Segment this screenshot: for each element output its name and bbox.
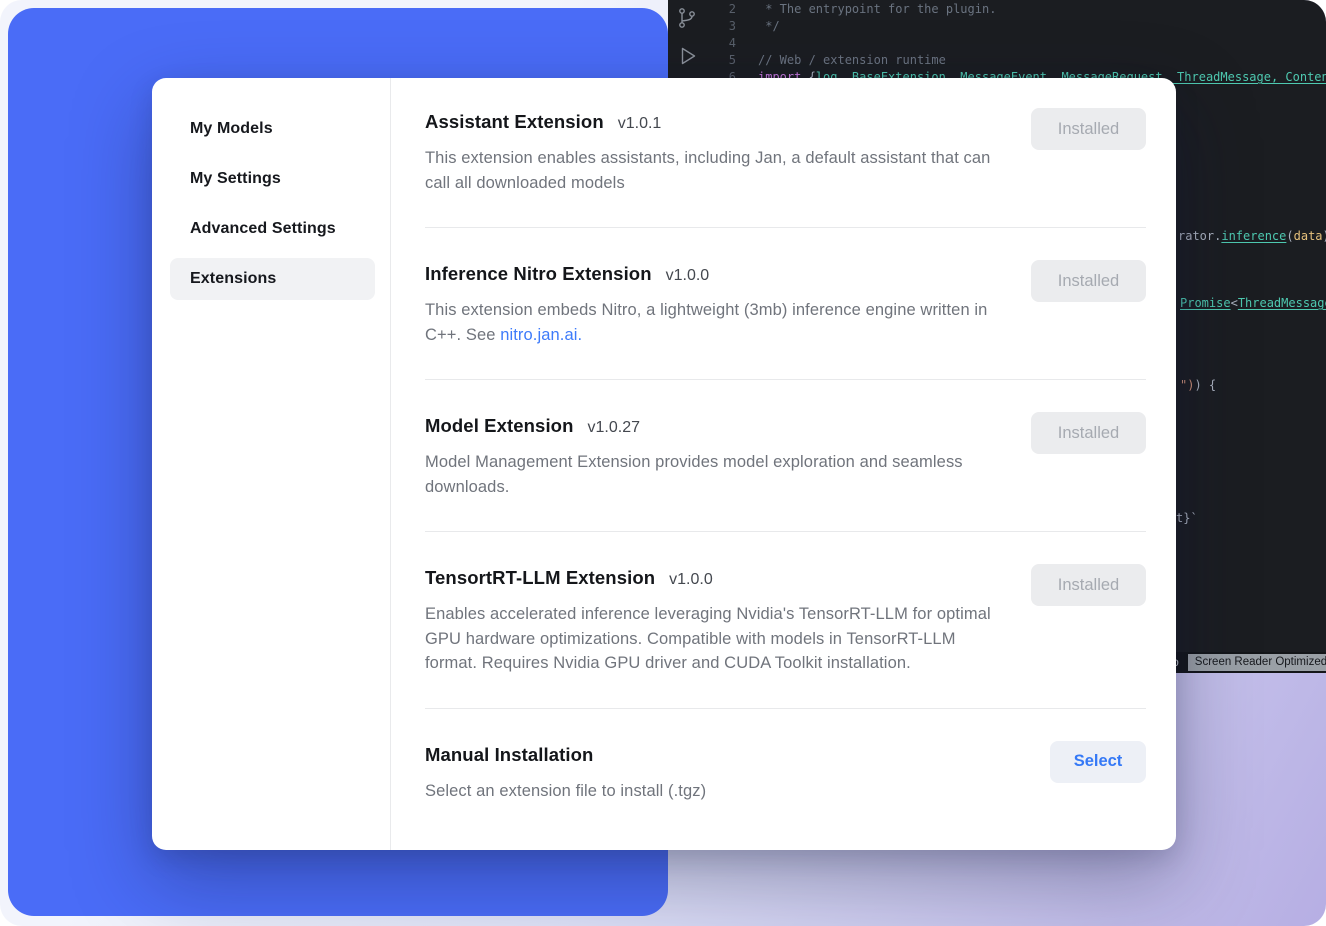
extension-description: Model Management Extension provides mode…: [425, 450, 1010, 499]
sidebar-item-my-settings[interactable]: My Settings: [170, 158, 375, 200]
code-fragment: rator.inference(data));: [1178, 229, 1326, 243]
extension-title: Assistant Extension: [425, 108, 604, 136]
settings-sidebar: My Models My Settings Advanced Settings …: [152, 78, 391, 850]
extensions-panel: Assistant Extension v1.0.1 This extensio…: [391, 78, 1176, 850]
installed-button: Installed: [1031, 108, 1146, 150]
screen-reader-optimized-badge: Screen Reader Optimized: [1188, 654, 1326, 671]
code-line: 5// Web / extension runtime: [668, 52, 1326, 69]
code-fragment: ")) {: [1180, 378, 1216, 392]
code-line: 2 * The entrypoint for the plugin.: [668, 1, 1326, 18]
line-number: 5: [668, 52, 758, 69]
extension-version: v1.0.1: [618, 115, 662, 133]
code-fragment: t}`: [1176, 511, 1198, 525]
extension-version: v1.0.0: [666, 267, 710, 285]
editor-code: 2 * The entrypoint for the plugin. 3 */ …: [668, 1, 1326, 86]
manual-installation-section: Manual Installation Select an extension …: [425, 709, 1146, 836]
code-line: 3 */: [668, 18, 1326, 35]
page-background: 2 * The entrypoint for the plugin. 3 */ …: [0, 0, 1326, 926]
extension-description: Select an extension file to install (.tg…: [425, 779, 706, 804]
line-number: 2: [668, 1, 758, 18]
extension-version: v1.0.27: [588, 419, 640, 437]
extension-title: Inference Nitro Extension: [425, 260, 652, 288]
extension-title: Manual Installation: [425, 741, 593, 769]
extension-description: This extension embeds Nitro, a lightweig…: [425, 298, 1010, 347]
extension-section-inference-nitro: Inference Nitro Extension v1.0.0 This ex…: [425, 228, 1146, 380]
sidebar-item-extensions[interactable]: Extensions: [170, 258, 375, 300]
extension-description: This extension enables assistants, inclu…: [425, 146, 1010, 195]
installed-button: Installed: [1031, 412, 1146, 454]
select-file-button[interactable]: Select: [1050, 741, 1146, 783]
settings-modal: My Models My Settings Advanced Settings …: [152, 78, 1176, 850]
extension-section-model: Model Extension v1.0.27 Model Management…: [425, 380, 1146, 532]
nitro-jan-ai-link[interactable]: nitro.jan.ai.: [500, 326, 582, 344]
installed-button: Installed: [1031, 564, 1146, 606]
extension-title: Model Extension: [425, 412, 574, 440]
extension-version: v1.0.0: [669, 571, 713, 589]
extension-title: TensortRT-LLM Extension: [425, 564, 655, 592]
line-number: 3: [668, 18, 758, 35]
extension-section-assistant: Assistant Extension v1.0.1 This extensio…: [425, 108, 1146, 228]
sidebar-item-advanced-settings[interactable]: Advanced Settings: [170, 208, 375, 250]
extension-description: Enables accelerated inference leveraging…: [425, 602, 1010, 676]
code-line: 4: [668, 35, 1326, 52]
installed-button: Installed: [1031, 260, 1146, 302]
sidebar-item-my-models[interactable]: My Models: [170, 108, 375, 150]
code-fragment: Promise<ThreadMessage>: [1180, 296, 1326, 310]
line-number: 4: [668, 35, 758, 52]
extension-section-tensorrt-llm: TensortRT-LLM Extension v1.0.0 Enables a…: [425, 532, 1146, 709]
